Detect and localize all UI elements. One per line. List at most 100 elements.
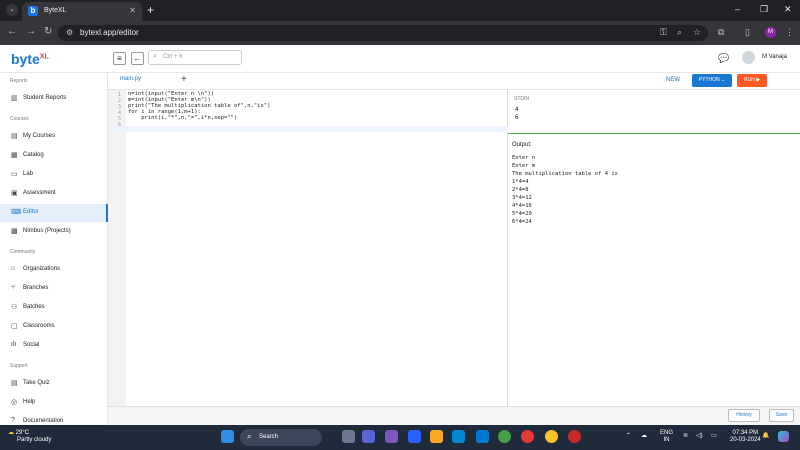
network-tray-icon[interactable]: ☁	[641, 432, 647, 439]
notification-bell-icon[interactable]: 🔔	[762, 432, 769, 439]
chat-app-icon[interactable]	[385, 430, 398, 443]
sidebar-section-support: Support	[10, 363, 28, 369]
sidebar-item-batches[interactable]: ⚇ Batches	[0, 299, 108, 317]
sidebar-section-courses: Courses	[10, 116, 29, 122]
new-button[interactable]: NEW	[666, 77, 680, 83]
group-icon: ⚇	[11, 304, 18, 311]
new-tab-icon[interactable]: +	[147, 3, 154, 17]
maximize-icon[interactable]: ❐	[760, 4, 768, 15]
chrome-active-icon[interactable]	[545, 430, 558, 443]
sidebar-item-editor[interactable]: ⌨ Editor	[0, 204, 108, 222]
menu-toggle-icon[interactable]: ≡	[113, 52, 126, 65]
taskbar	[0, 425, 800, 450]
url-text: bytexl.app/editor	[80, 28, 139, 37]
store-icon[interactable]	[408, 430, 421, 443]
sidebar-item-organizations[interactable]: ⌂ Organizations	[0, 261, 108, 279]
chevron-up-icon[interactable]: ⌃	[626, 432, 631, 439]
sidebar-item-student-reports[interactable]: ▥ Student Reports	[0, 90, 108, 108]
code-editor[interactable]	[108, 90, 508, 406]
code-line[interactable]: print(i,"*",n,"=",i*n,sep="")	[128, 115, 237, 121]
sidebar-item-label: Lab	[23, 171, 34, 177]
language-label: PYTHON	[698, 77, 720, 83]
tab-close-icon[interactable]: ✕	[129, 6, 136, 15]
url-field[interactable]: ⚙ bytexl.app/editor	[58, 25, 708, 41]
language-select[interactable]: PYTHON ⌄	[692, 74, 732, 87]
sidebar-item-nimbus[interactable]: ▩ Nimbus (Projects)	[0, 223, 108, 241]
sidebar-item-label: Take Quiz	[23, 380, 50, 386]
run-button[interactable]: RUN ▶	[737, 74, 767, 87]
back-arrow-icon[interactable]: ←	[131, 52, 144, 65]
clock[interactable]: 07:34 PM 20-03-2024	[730, 430, 761, 444]
browser-tab[interactable]: b ByteXL ✕	[22, 2, 142, 21]
back-icon[interactable]: ←	[7, 26, 17, 37]
social-icon: ılı	[11, 341, 17, 348]
forward-icon[interactable]: →	[26, 26, 36, 37]
language-indicator[interactable]: ENG IN	[660, 430, 673, 444]
brand-logo[interactable]: byteXL	[11, 51, 49, 67]
stdin-input[interactable]	[508, 90, 800, 134]
volume-icon[interactable]: ◁)	[696, 432, 703, 439]
sidebar-item-label: Branches	[23, 285, 49, 291]
project-icon: ▩	[11, 228, 18, 235]
save-button[interactable]: Save	[769, 409, 794, 422]
teams-icon[interactable]	[362, 430, 375, 443]
task-view-icon[interactable]	[342, 430, 355, 443]
zoom-icon[interactable]: ⌕	[677, 27, 682, 38]
weather-desc: Partly cloudy	[17, 437, 52, 443]
chrome-icon[interactable]	[498, 430, 511, 443]
sidebar-item-take-quiz[interactable]: ▤ Take Quiz	[0, 375, 108, 393]
sidebar-item-lab[interactable]: ▭ Lab	[0, 166, 108, 184]
output-line: 2*4=8	[512, 187, 529, 193]
catalog-icon: ▦	[11, 152, 18, 159]
output-label: Output:	[512, 142, 532, 148]
sidepanel-icon[interactable]: ▯	[745, 27, 750, 38]
chat-icon[interactable]: 💬	[718, 53, 729, 64]
profile-avatar[interactable]: M	[765, 27, 776, 38]
user-name[interactable]: M Vanaja	[762, 54, 787, 60]
history-button[interactable]: History	[728, 409, 760, 422]
book-icon: ▤	[11, 133, 18, 140]
file-explorer-icon[interactable]	[430, 430, 443, 443]
sidebar-item-catalog[interactable]: ▦ Catalog	[0, 147, 108, 165]
editor-footer	[108, 406, 800, 425]
lang-top: ENG	[660, 430, 674, 436]
user-avatar[interactable]	[742, 51, 755, 64]
browser-menu-icon[interactable]: ⋮	[785, 27, 794, 38]
tab-search-icon[interactable]: ⌄	[6, 4, 18, 16]
edge-icon[interactable]	[452, 430, 465, 443]
sidebar-item-label: Social	[23, 342, 40, 348]
reload-icon[interactable]: ↻	[44, 26, 52, 37]
search-input[interactable]: ⌕ Ctrl + K	[148, 50, 242, 65]
sidebar-item-label: Nimbus (Projects)	[23, 228, 71, 234]
taskbar-search[interactable]: ⌕ Search	[240, 429, 322, 446]
minimize-icon[interactable]: –	[735, 4, 740, 14]
brand-text: byte	[11, 51, 40, 67]
sidebar-item-branches[interactable]: ⑂ Branches	[0, 280, 108, 298]
wifi-icon[interactable]: ≋	[683, 432, 688, 439]
add-file-icon[interactable]: +	[181, 74, 187, 85]
window-close-icon[interactable]: ✕	[784, 4, 792, 15]
site-info-icon[interactable]: ⚙	[66, 28, 73, 37]
mail-icon[interactable]	[476, 430, 489, 443]
sidebar-item-label: Assessment	[23, 190, 56, 196]
sidebar-item-my-courses[interactable]: ▤ My Courses	[0, 128, 108, 146]
copilot-icon[interactable]	[778, 431, 789, 442]
sidebar-item-assessment[interactable]: ▣ Assessment	[0, 185, 108, 203]
extensions-icon[interactable]: ⧉	[718, 27, 724, 38]
chrome-alt-icon[interactable]	[568, 430, 581, 443]
file-tab-main-py[interactable]: main.py	[120, 76, 141, 82]
star-icon[interactable]: ☆	[693, 27, 701, 38]
sidebar-item-help[interactable]: ◎ Help	[0, 394, 108, 412]
output-line: 4*4=16	[512, 203, 532, 209]
key-icon[interactable]: ⚿	[660, 27, 667, 38]
weather-widget[interactable]: ☁ 29°C Partly cloudy	[8, 430, 51, 444]
sidebar-item-social[interactable]: ılı Social	[0, 337, 108, 355]
output-line: 3*4=12	[512, 195, 532, 201]
sidebar-item-label: Editor	[23, 209, 39, 215]
sidebar-item-label: Organizations	[23, 266, 61, 272]
windows-start-icon[interactable]	[221, 430, 234, 443]
sidebar-item-classrooms[interactable]: ▢ Classrooms	[0, 318, 108, 336]
stdin-label: STDIN	[514, 96, 529, 102]
battery-icon[interactable]: ▭	[711, 432, 717, 439]
chrome-profile-icon[interactable]	[521, 430, 534, 443]
